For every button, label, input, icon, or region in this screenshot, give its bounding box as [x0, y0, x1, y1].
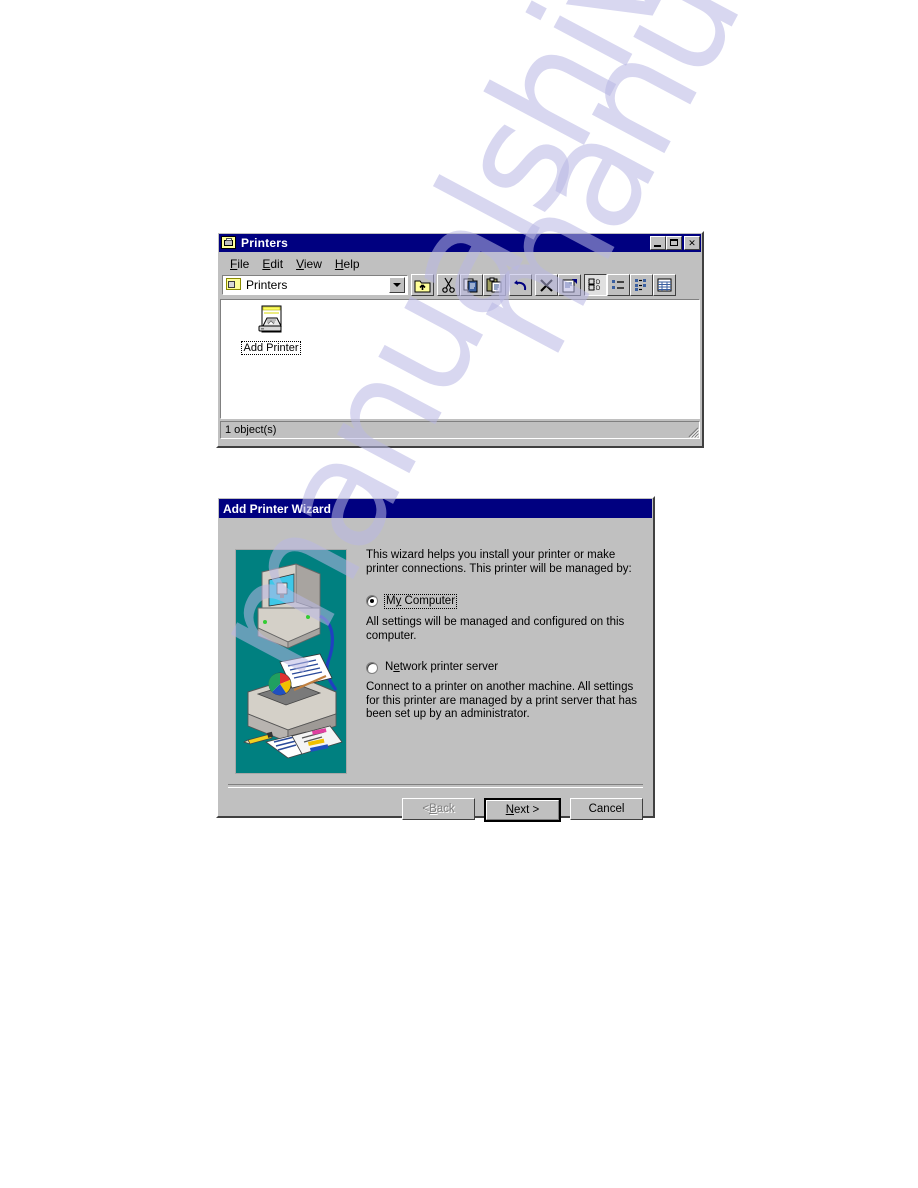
printer-computer-illustration [235, 549, 347, 774]
delete-button[interactable] [535, 274, 558, 296]
explorer-toolbar: Printers D D [220, 273, 700, 297]
address-combo[interactable]: Printers [222, 275, 408, 295]
printers-folder-icon [226, 278, 242, 292]
cancel-button[interactable]: Cancel [570, 798, 643, 820]
network-printer-server-description: Connect to a printer on another machine.… [366, 681, 638, 720]
maximize-icon [670, 239, 678, 246]
clipboard-paste-icon [486, 277, 502, 293]
wizard-button-row: < Back Next > Cancel [402, 798, 643, 822]
list-item[interactable]: Add Printer [233, 304, 309, 356]
menu-item-view[interactable]: View [290, 256, 329, 272]
my-computer-description: All settings will be managed and configu… [366, 616, 625, 642]
printers-folder-icon [221, 236, 237, 250]
explorer-title: Printers [241, 236, 288, 250]
wizard-intro-text: This wizard helps you install your print… [366, 549, 632, 575]
back-button[interactable]: < Back [402, 798, 475, 820]
properties-button[interactable] [558, 274, 581, 296]
list-view-icon [635, 279, 646, 291]
small-icons-view-button[interactable] [607, 274, 630, 296]
large-icons-icon: D D [588, 278, 601, 292]
radio-option-my-computer[interactable]: My Computer [366, 594, 644, 609]
status-text: 1 object(s) [220, 421, 700, 439]
minimize-icon [654, 245, 661, 247]
menu-item-edit[interactable]: Edit [256, 256, 290, 272]
large-icons-view-button[interactable]: D D [584, 274, 607, 296]
radio-option-network-printer-server[interactable]: Network printer server [366, 661, 644, 674]
paste-button[interactable] [483, 274, 506, 296]
address-value: Printers [246, 278, 288, 292]
undo-arrow-icon [514, 279, 527, 290]
minimize-button[interactable] [650, 236, 666, 250]
list-view-button[interactable] [630, 274, 653, 296]
radio-network-printer-server-label: Network printer server [385, 661, 499, 673]
properties-icon [562, 278, 577, 292]
svg-text:D: D [596, 286, 601, 292]
menu-item-file[interactable]: File [224, 256, 256, 272]
printers-explorer-window: Printers ✕ File Edit View Help Printers [216, 231, 704, 448]
add-printer-icon [255, 304, 287, 336]
maximize-button[interactable] [666, 236, 682, 250]
cut-button[interactable] [437, 274, 460, 296]
x-delete-icon [540, 278, 553, 292]
wizard-title: Add Printer Wizard [223, 501, 331, 516]
details-view-button[interactable] [653, 274, 676, 296]
folder-up-icon [414, 280, 431, 292]
radio-my-computer-icon[interactable] [366, 595, 378, 607]
up-one-level-button[interactable] [411, 274, 434, 296]
small-icons-icon [612, 280, 624, 289]
explorer-menu-bar: File Edit View Help [219, 254, 701, 273]
explorer-content-pane[interactable]: Add Printer [220, 299, 700, 419]
menu-item-help[interactable]: Help [329, 256, 367, 272]
radio-network-printer-server-icon[interactable] [366, 662, 378, 674]
resize-grip-icon[interactable] [686, 425, 699, 438]
wizard-title-bar[interactable]: Add Printer Wizard [219, 499, 652, 518]
copy-button[interactable] [460, 274, 483, 296]
undo-button[interactable] [509, 274, 532, 296]
close-button[interactable]: ✕ [684, 236, 700, 250]
close-icon: ✕ [688, 237, 696, 248]
wizard-separator [228, 784, 643, 788]
details-view-icon [657, 278, 672, 292]
chevron-down-icon[interactable] [389, 277, 405, 293]
add-printer-wizard-window: Add Printer Wizard This wizard helps you… [216, 496, 655, 822]
scissors-icon [442, 277, 455, 293]
wizard-content: This wizard helps you install your print… [366, 549, 644, 722]
radio-my-computer-label: My Computer [384, 594, 458, 609]
wizard-body: This wizard helps you install your print… [218, 519, 653, 822]
next-button[interactable]: Next > [484, 798, 561, 822]
explorer-title-bar[interactable]: Printers ✕ [219, 234, 701, 252]
window-controls: ✕ [650, 236, 700, 250]
list-item-label: Add Printer [241, 341, 301, 355]
explorer-status-bar: 1 object(s) [220, 421, 700, 439]
copy-icon [463, 278, 478, 292]
